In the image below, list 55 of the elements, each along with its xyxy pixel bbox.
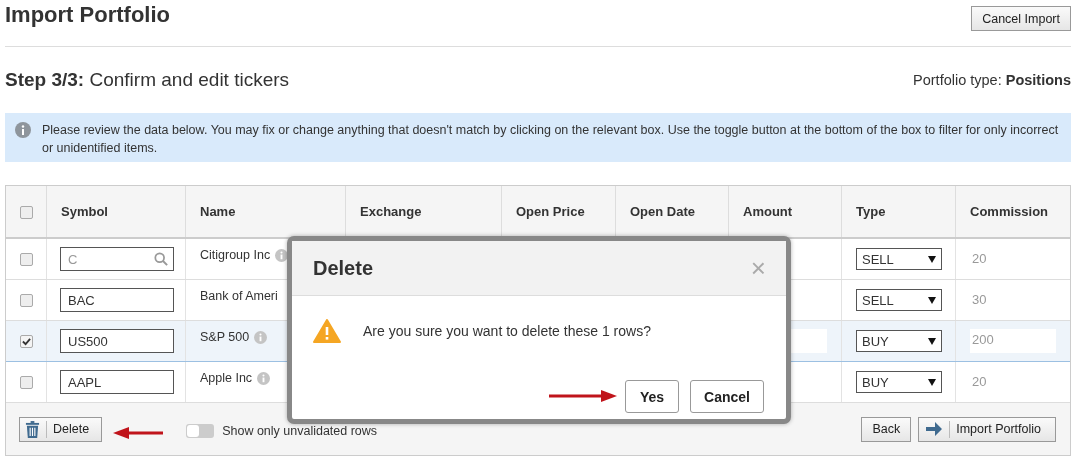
row-checkbox[interactable] xyxy=(20,376,33,390)
toggle-label: Show only unvalidated rows xyxy=(222,424,378,438)
column-header: Open Date xyxy=(630,204,695,219)
commission-value: 20 xyxy=(971,373,988,391)
symbol-field[interactable]: AAPL xyxy=(60,370,174,394)
type-dropdown[interactable]: BUY xyxy=(856,371,942,393)
column-header: Type xyxy=(856,204,886,219)
caret-icon xyxy=(928,255,936,263)
caret-icon xyxy=(928,337,936,345)
company-name: Citigroup Inc xyxy=(200,248,271,262)
back-button[interactable]: Back xyxy=(861,416,912,442)
commission-value: 20 xyxy=(971,250,988,268)
company-name: S&P 500 xyxy=(200,330,250,344)
toggle-switch[interactable] xyxy=(186,424,215,438)
select-all-checkbox[interactable] xyxy=(20,206,33,220)
company-name: Bank of Ameri xyxy=(200,289,278,303)
annotation-arrow xyxy=(549,389,617,403)
import-portfolio-button[interactable]: Import Portfolio xyxy=(918,416,1056,442)
caret-icon xyxy=(928,378,936,386)
dialog-message: Are you sure you want to delete these 1 rows? xyxy=(363,323,651,339)
delete-button[interactable]: Delete xyxy=(19,416,103,442)
company-name: Apple Inc xyxy=(200,371,253,385)
symbol-field[interactable]: BAC xyxy=(60,288,174,312)
portfolio-type: Portfolio type: Positions xyxy=(913,72,1071,88)
commission-value: 30 xyxy=(971,291,988,309)
dialog-title: Delete xyxy=(313,256,374,280)
cancel-button[interactable]: Cancel xyxy=(690,380,764,413)
confirm-button[interactable]: Yes xyxy=(625,380,680,413)
column-header: Amount xyxy=(743,204,793,219)
info-icon xyxy=(15,122,31,138)
annotation-arrow xyxy=(113,426,163,440)
warning-icon xyxy=(313,319,341,343)
info-icon[interactable] xyxy=(257,371,271,385)
column-header: Name xyxy=(200,204,236,219)
column-header: Commission xyxy=(970,204,1048,219)
column-header: Open Price xyxy=(516,204,585,219)
page-title: Import Portfolio xyxy=(5,2,170,28)
search-icon xyxy=(154,252,168,266)
row-checkbox[interactable] xyxy=(20,335,33,349)
type-dropdown[interactable]: SELL xyxy=(856,248,942,270)
info-text: Please review the data below. You may fix or change anything that doesn't match by clicking on the relevant box. Use the toggle button at the bottom of the box to filter for only incorrect or unidentified items. xyxy=(42,122,1060,157)
cancel-import-button[interactable]: Cancel Import xyxy=(971,6,1071,31)
column-header: Symbol xyxy=(61,204,108,219)
row-checkbox[interactable] xyxy=(20,294,33,308)
symbol-field[interactable]: US500 xyxy=(60,329,174,353)
arrow-icon xyxy=(925,421,944,437)
caret-icon xyxy=(928,296,936,304)
info-icon[interactable] xyxy=(254,330,268,344)
column-header: Exchange xyxy=(360,204,422,219)
trash-icon xyxy=(25,420,40,438)
type-dropdown[interactable]: SELL xyxy=(856,289,942,311)
type-dropdown[interactable]: BUY xyxy=(856,330,942,352)
info-icon[interactable] xyxy=(275,248,289,262)
step-heading: Step 3/3: Confirm and edit tickers xyxy=(5,69,290,91)
row-checkbox[interactable] xyxy=(20,253,33,267)
